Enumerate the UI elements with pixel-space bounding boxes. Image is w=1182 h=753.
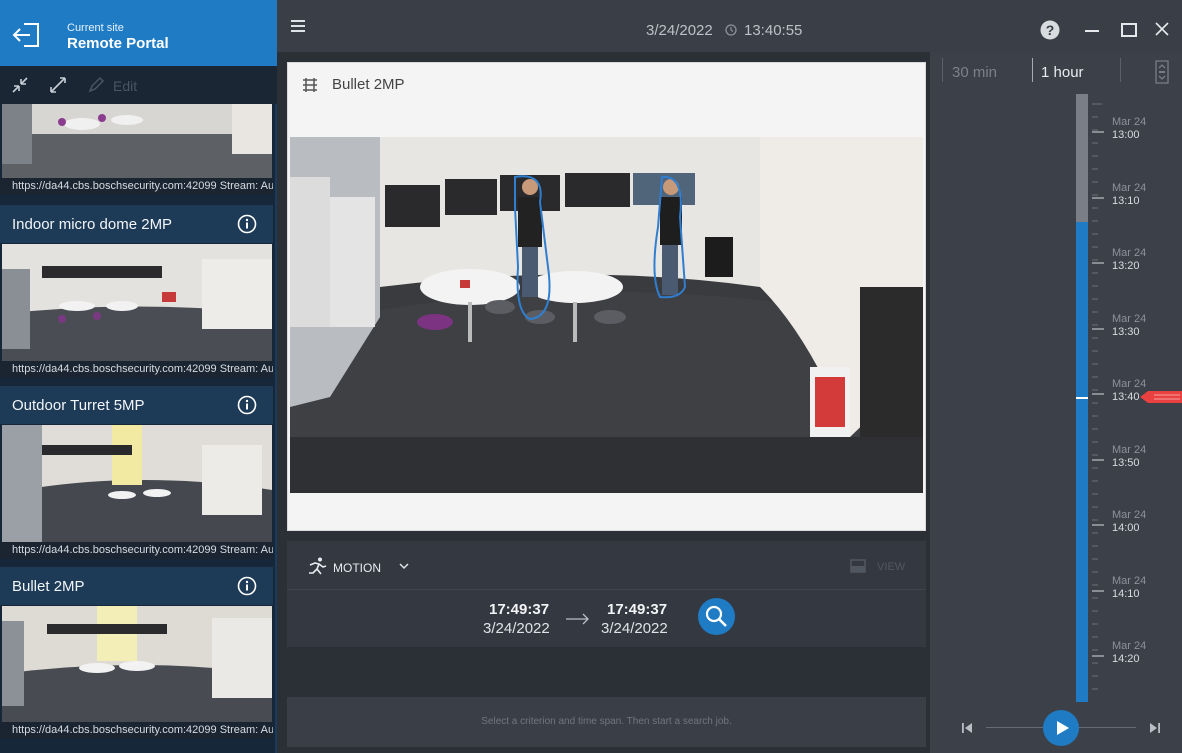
camera-thumbnail[interactable] [2,244,272,361]
recording-track[interactable] [1076,94,1088,702]
info-icon[interactable] [237,214,257,234]
end-time[interactable]: 17:49:37 [607,601,667,618]
info-icon[interactable] [237,576,257,596]
search-button[interactable] [698,598,735,635]
camera-url: https://da44.cbs.boschsecurity.com:42099… [0,361,273,378]
logout-icon[interactable] [12,20,42,50]
current-time: 13:40:55 [744,22,803,39]
timeline-mark: Mar 24 13:00 [1112,116,1147,141]
edit-label: Edit [113,78,138,94]
timeline-mark: Mar 24 13:30 [1112,313,1147,338]
camera-icon [303,78,317,92]
camera-url: https://da44.cbs.boschsecurity.com:42099… [0,542,273,559]
zoom-scroll-icon[interactable] [1155,60,1169,84]
edit-icon [88,76,105,93]
start-date[interactable]: 3/24/2022 [483,620,550,637]
video-frame[interactable] [290,137,923,493]
minimize-icon[interactable] [1085,30,1099,32]
timeline-mark: Mar 24 13:20 [1112,247,1147,272]
video-title: Bullet 2MP [332,76,405,93]
timespan-1hour-button[interactable]: 1 hour [1041,64,1084,81]
timeline-mark: Mar 24 14:20 [1112,640,1147,665]
current-date: 3/24/2022 [646,22,713,39]
top-bar: 3/24/2022 13:40:55 ? [277,0,1182,52]
site-header[interactable]: Current site Remote Portal [0,0,277,66]
timeline-mark: Mar 24 13:10 [1112,182,1147,207]
current-site-name: Remote Portal [67,35,169,52]
camera-url: https://da44.cbs.boschsecurity.com:42099… [0,722,273,739]
timeline-mark: Mar 24 14:00 [1112,509,1147,534]
close-icon[interactable] [1154,21,1170,37]
camera-thumbnail[interactable] [2,425,272,542]
view-button[interactable]: VIEW [877,561,905,573]
camera-title: Indoor micro dome 2MP [12,216,173,233]
camera-url: https://da44.cbs.boschsecurity.com:42099… [0,178,273,195]
search-panel: MOTION VIEW 17:49:37 3/24/2022 17:49:37 … [287,541,926,647]
playhead-marker[interactable] [1140,391,1182,403]
timespan-30min-button[interactable]: 30 min [952,64,997,81]
sidebar-toolbar [0,66,277,104]
current-site-label: Current site [67,22,124,34]
end-date[interactable]: 3/24/2022 [601,620,668,637]
svg-text:?: ? [1046,22,1055,38]
maximize-icon[interactable] [1121,23,1137,37]
arrow-right-icon [566,613,589,625]
menu-icon[interactable] [291,20,305,32]
play-icon [1057,721,1069,735]
camera-thumbnail[interactable] [2,606,272,722]
timeline-scale[interactable]: Mar 24 13:00 Mar 24 13:10 Mar 24 13:20 Mar … [1090,94,1182,702]
chevron-down-icon[interactable] [399,563,409,570]
info-icon[interactable] [237,395,257,415]
sidebar: Current site Remote Portal Edit https://… [0,0,277,753]
playback-controls [930,702,1182,753]
expand-icon[interactable] [48,75,68,95]
timeline-mark: Mar 24 13:50 [1112,444,1147,469]
camera-title: Bullet 2MP [12,578,85,595]
camera-title: Outdoor Turret 5MP [12,397,145,414]
start-time[interactable]: 17:49:37 [489,601,549,618]
view-icon [850,559,866,573]
camera-thumbnail[interactable] [2,104,272,178]
timeline-panel: 30 min 1 hour Mar 24 13:00 Mar 24 13:10 … [930,52,1182,753]
clock-icon [725,24,737,36]
search-icon [705,605,727,627]
play-button[interactable] [1043,710,1079,746]
timeline-mark: Mar 24 14:10 [1112,575,1147,600]
video-panel: Bullet 2MP [287,62,926,531]
collapse-icon[interactable] [10,75,30,95]
skip-forward-icon[interactable] [1149,722,1161,734]
timeline-mark: Mar 24 13:40 [1112,378,1147,403]
criterion-label[interactable]: MOTION [333,561,381,575]
running-person-icon[interactable] [307,557,327,575]
skip-back-icon[interactable] [961,722,973,734]
status-bar: Select a criterion and time span. Then s… [287,697,926,747]
help-icon[interactable]: ? [1040,20,1060,40]
divider [287,589,926,590]
status-message: Select a criterion and time span. Then s… [481,716,732,727]
